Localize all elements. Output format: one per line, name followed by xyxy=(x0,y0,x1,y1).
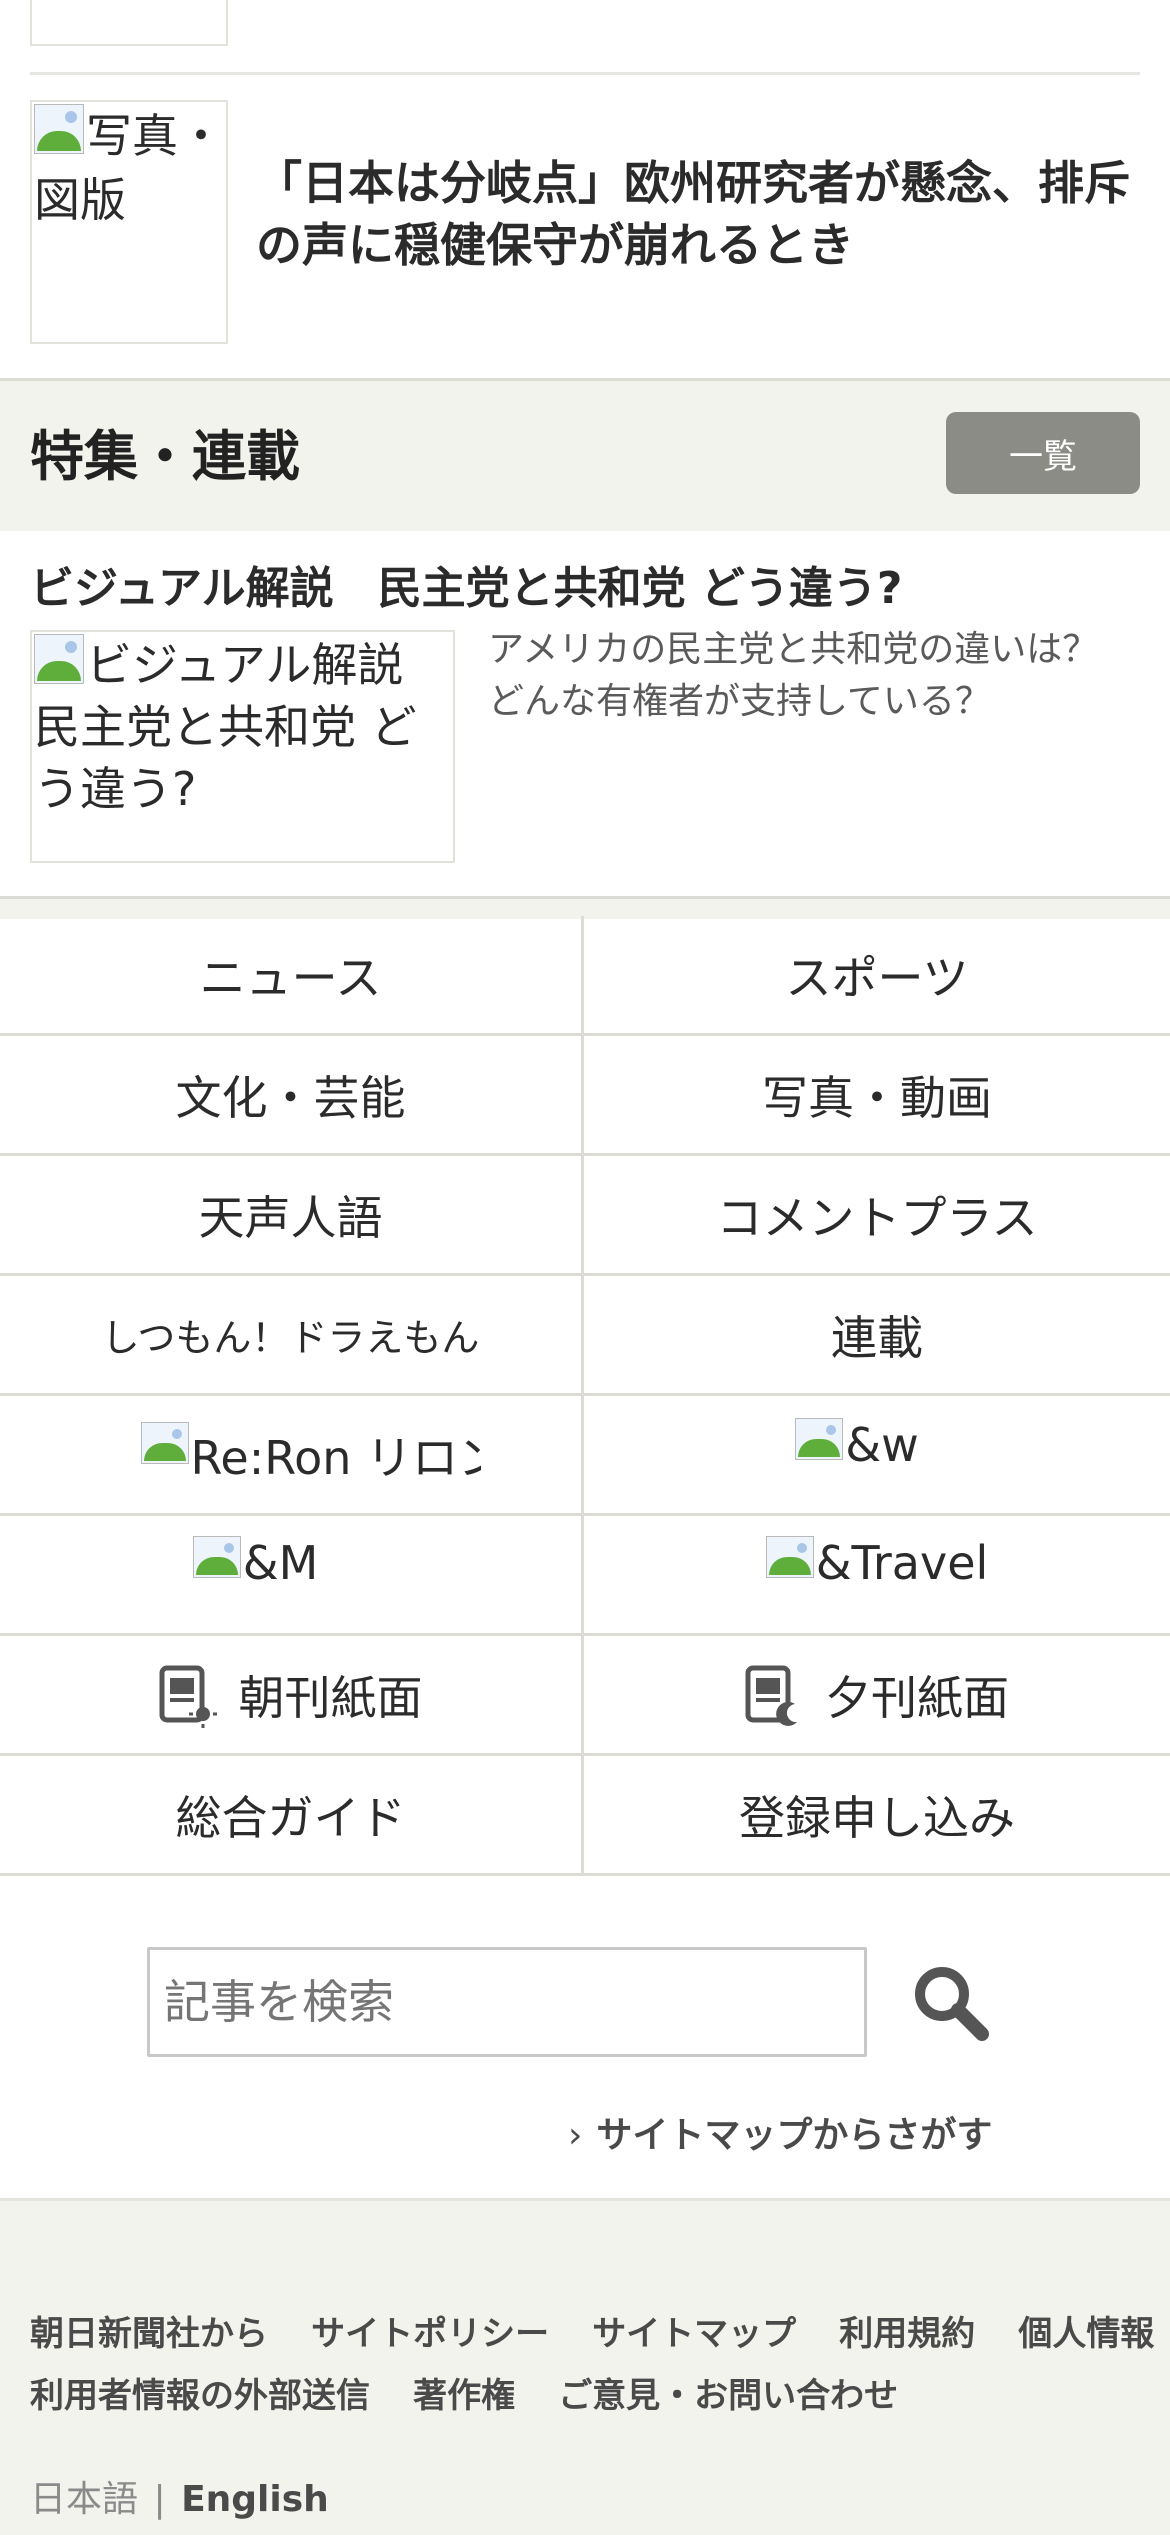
grid-divider xyxy=(0,1873,1170,1876)
broken-image-icon xyxy=(34,634,84,684)
nav-register[interactable]: 登録申し込み xyxy=(584,1756,1170,1873)
footer-link-copyright[interactable]: 著作権 xyxy=(413,2376,515,2416)
nav-guide[interactable]: 総合ガイド xyxy=(0,1756,581,1873)
reron-logo-icon xyxy=(140,1421,189,1464)
lang-japanese[interactable]: 日本語 xyxy=(30,2479,138,2520)
footer-links-row-1: 朝日新聞社から サイトポリシー サイトマップ 利用規約 個人情報 xyxy=(30,2306,1154,2355)
footer-link-privacy[interactable]: 個人情報 xyxy=(1018,2314,1154,2354)
nav-culture[interactable]: 文化・芸能 xyxy=(0,1036,581,1153)
morning-paper-icon xyxy=(159,1665,217,1728)
feature-description: アメリカの民主党と共和党の違いは？どんな有権者が支持している？ xyxy=(488,629,1099,722)
nav-sports-label: スポーツ xyxy=(785,950,969,1005)
nav-and-travel-label: &Travel xyxy=(815,1536,989,1590)
nav-evening-paper-label: 夕刊紙面 xyxy=(825,1670,1009,1725)
list-button[interactable]: 一覧 xyxy=(946,412,1140,494)
nav-photo-video-label: 写真・動画 xyxy=(762,1070,992,1125)
nav-photo-video[interactable]: 写真・動画 xyxy=(584,1036,1170,1153)
nav-doraemon[interactable]: しつもん！ドラえもん xyxy=(0,1276,581,1393)
nav-serial-label: 連載 xyxy=(831,1310,923,1365)
broken-image-icon xyxy=(34,104,84,154)
nav-tensei-jingo-label: 天声人語 xyxy=(198,1190,383,1245)
footer-link-sitemap[interactable]: サイトマップ xyxy=(592,2314,796,2354)
nav-culture-label: 文化・芸能 xyxy=(175,1070,406,1125)
footer-link-external-transmission[interactable]: 利用者情報の外部送信 xyxy=(30,2376,370,2416)
nav-reron-label: Re:Ron リロン xyxy=(190,1430,481,1485)
footer-link-contact[interactable]: ご意見・お問い合わせ xyxy=(558,2376,898,2416)
nav-and-w[interactable]: &w xyxy=(584,1396,1170,1513)
search-icon[interactable] xyxy=(910,1962,990,2042)
nav-and-m[interactable]: &M xyxy=(0,1516,581,1633)
nav-tensei-jingo[interactable]: 天声人語 xyxy=(0,1156,581,1273)
and-w-logo-icon xyxy=(795,1418,844,1460)
footer-links-row-2: 利用者情報の外部送信 著作権 ご意見・お問い合わせ xyxy=(30,2368,898,2417)
nav-reron[interactable]: Re:Ron リロン xyxy=(0,1396,581,1513)
nav-news-label: ニュース xyxy=(199,950,382,1005)
chevron-right-icon: › xyxy=(568,2115,583,2156)
feature-title[interactable]: ビジュアル解説 民主党と共和党 どう違う? xyxy=(30,552,1150,616)
nav-sports[interactable]: スポーツ xyxy=(584,916,1170,1033)
divider xyxy=(30,72,1140,75)
nav-news[interactable]: ニュース xyxy=(0,916,581,1033)
article-title[interactable]: 「日本は分岐点」欧州研究者が懸念、排斥の声に穏健保守が崩れるとき xyxy=(256,152,1136,276)
nav-guide-label: 総合ガイド xyxy=(175,1790,406,1845)
lang-separator: | xyxy=(153,2479,166,2520)
footer-link-company[interactable]: 朝日新聞社から xyxy=(30,2314,268,2354)
search-input[interactable] xyxy=(147,1947,867,2057)
nav-comment-plus[interactable]: コメントプラス xyxy=(584,1156,1170,1273)
sitemap-link-label: サイトマップからさがす xyxy=(596,2115,993,2156)
feature-section-heading: 特集・連載 xyxy=(30,425,300,488)
nav-morning-paper-label: 朝刊紙面 xyxy=(238,1670,423,1725)
footer-link-terms[interactable]: 利用規約 xyxy=(839,2314,975,2354)
nav-and-travel[interactable]: &Travel xyxy=(584,1516,1170,1633)
evening-paper-icon xyxy=(745,1665,801,1726)
previous-article-thumbnail[interactable] xyxy=(30,0,228,46)
feature-thumbnail[interactable]: ビジュアル解説 民主党と共和党 どう違う? xyxy=(30,630,455,863)
language-switcher: 日本語 | English xyxy=(30,2470,329,2522)
nav-evening-paper[interactable]: 夕刊紙面 xyxy=(584,1636,1170,1753)
nav-register-label: 登録申し込み xyxy=(739,1790,1015,1845)
nav-serial[interactable]: 連載 xyxy=(584,1276,1170,1393)
nav-and-m-label: &M xyxy=(242,1536,319,1590)
article-thumbnail[interactable]: 写真・図版 xyxy=(30,100,228,344)
sitemap-link[interactable]: › サイトマップからさがす xyxy=(568,2106,992,2158)
and-m-logo-icon xyxy=(192,1536,241,1578)
and-travel-logo-icon xyxy=(765,1536,814,1578)
nav-doraemon-label: しつもん！ドラえもん xyxy=(101,1316,480,1360)
nav-morning-paper[interactable]: 朝刊紙面 xyxy=(0,1636,581,1753)
lang-english[interactable]: English xyxy=(181,2479,329,2520)
nav-comment-plus-label: コメントプラス xyxy=(716,1190,1038,1245)
nav-and-w-label: &w xyxy=(845,1418,919,1472)
footer-link-site-policy[interactable]: サイトポリシー xyxy=(311,2314,549,2354)
feature-thumbnail-alt: ビジュアル解説 民主党と共和党 どう違う? xyxy=(34,638,450,816)
